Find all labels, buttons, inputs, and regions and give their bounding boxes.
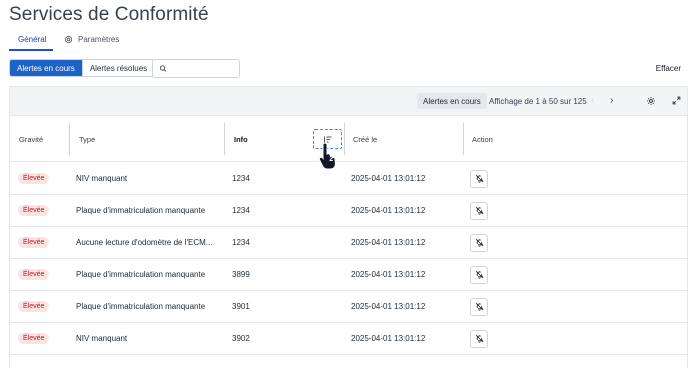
bell-off-icon bbox=[475, 238, 483, 247]
chevron-right-icon[interactable]: › bbox=[610, 95, 613, 106]
bell-off-icon bbox=[475, 174, 483, 183]
active-tab-underline bbox=[9, 49, 53, 51]
clear-button[interactable]: Effacer bbox=[656, 64, 681, 73]
created-cell: 2025-04-01 13:01:12 bbox=[351, 302, 426, 311]
mute-alert-button[interactable] bbox=[470, 201, 488, 220]
info-cell: 3899 bbox=[232, 270, 250, 279]
table-row[interactable]: Élevée NIV manquant 1234 2025-04-01 13:0… bbox=[10, 163, 687, 195]
severity-badge: Élevée bbox=[18, 333, 50, 344]
type-cell: Plaque d'immatriculation manquante bbox=[76, 302, 206, 311]
mute-alert-button[interactable] bbox=[470, 265, 488, 284]
table-header: Gravité Type Info Créé le Action bbox=[10, 116, 687, 162]
table-row[interactable]: Élevée Aucune lecture d'odomètre de l'EC… bbox=[10, 227, 687, 259]
gear-icon[interactable] bbox=[646, 96, 656, 106]
tab-general-label: Général bbox=[18, 35, 47, 44]
info-cell: 3901 bbox=[232, 302, 250, 311]
tab-parametres-label: Paramètres bbox=[78, 35, 120, 44]
alerts-panel: Alertes en cours Affichage de 1 à 50 sur… bbox=[9, 86, 688, 368]
type-cell: Plaque d'immatriculation manquante bbox=[76, 270, 206, 279]
tab-general[interactable]: Général bbox=[18, 35, 46, 44]
mute-alert-button[interactable] bbox=[470, 169, 488, 188]
search-input[interactable] bbox=[171, 64, 239, 73]
table-row[interactable]: Élevée NIV manquant 3902 2025-04-01 13:0… bbox=[10, 323, 687, 355]
alerts-table: Gravité Type Info Créé le Action Élevée … bbox=[10, 115, 687, 368]
gear-icon bbox=[64, 35, 73, 44]
alert-status-toggle: Alertes en cours Alertes résolues bbox=[9, 59, 156, 77]
bell-off-icon bbox=[475, 334, 483, 343]
severity-badge: Élevée bbox=[18, 301, 50, 312]
info-cell: 3902 bbox=[232, 334, 250, 343]
expand-icon[interactable] bbox=[672, 96, 681, 105]
info-cell: 1234 bbox=[232, 174, 250, 183]
bell-off-icon bbox=[475, 206, 483, 215]
resolved-alerts-button[interactable]: Alertes résolues bbox=[81, 60, 155, 76]
severity-badge: Élevée bbox=[18, 173, 50, 184]
created-cell: 2025-04-01 13:01:12 bbox=[351, 334, 426, 343]
tab-bar: Général Paramètres bbox=[9, 30, 688, 51]
tab-parametres[interactable]: Paramètres bbox=[64, 35, 119, 44]
type-cell: Plaque d'immatriculation manquante bbox=[76, 206, 206, 215]
search-icon bbox=[159, 65, 167, 72]
info-cell: 1234 bbox=[232, 238, 250, 247]
pagination-text: Affichage de 1 à 50 sur 125 bbox=[489, 97, 587, 106]
severity-badge: Élevée bbox=[18, 205, 50, 216]
table-row[interactable]: Élevée Plaque d'immatriculation manquant… bbox=[10, 259, 687, 291]
severity-badge: Élevée bbox=[18, 237, 50, 248]
mute-alert-button[interactable] bbox=[470, 233, 488, 252]
page-title: Services de Conformité bbox=[9, 4, 209, 25]
type-cell: Aucune lecture d'odomètre de l'ECM... bbox=[76, 238, 213, 247]
cursor-step-badge: 2 bbox=[329, 156, 333, 163]
created-cell: 2025-04-01 13:01:12 bbox=[351, 238, 426, 247]
mute-alert-button[interactable] bbox=[470, 297, 488, 316]
hand-cursor-icon: 2 bbox=[318, 142, 336, 170]
search-box bbox=[152, 59, 240, 78]
toolbar: Alertes en cours Alertes résolues Efface… bbox=[9, 59, 688, 79]
column-header-action: Action bbox=[472, 134, 493, 144]
created-cell: 2025-04-01 13:01:12 bbox=[351, 206, 426, 215]
severity-badge: Élevée bbox=[18, 269, 50, 280]
mute-alert-button[interactable] bbox=[470, 329, 488, 348]
table-row[interactable]: Élevée Plaque d'immatriculation manquant… bbox=[10, 195, 687, 227]
created-cell: 2025-04-01 13:01:12 bbox=[351, 174, 426, 183]
created-cell: 2025-04-01 13:01:12 bbox=[351, 270, 426, 279]
type-cell: NIV manquant bbox=[76, 174, 128, 183]
type-cell: NIV manquant bbox=[76, 334, 128, 343]
current-alerts-button[interactable]: Alertes en cours bbox=[10, 60, 82, 76]
column-header-cree-le[interactable]: Créé le bbox=[344, 116, 464, 162]
info-cell: 1234 bbox=[232, 206, 250, 215]
column-header-gravite[interactable]: Gravité bbox=[10, 116, 70, 162]
table-row[interactable]: Élevée Plaque d'immatriculation manquant… bbox=[10, 291, 687, 323]
current-alerts-chip: Alertes en cours bbox=[417, 93, 487, 109]
bell-off-icon bbox=[475, 270, 483, 279]
column-header-type[interactable]: Type bbox=[70, 116, 225, 162]
panel-header: Alertes en cours Affichage de 1 à 50 sur… bbox=[10, 87, 687, 115]
chevron-left-icon[interactable]: ‹ bbox=[591, 95, 594, 106]
bell-off-icon bbox=[475, 302, 483, 311]
